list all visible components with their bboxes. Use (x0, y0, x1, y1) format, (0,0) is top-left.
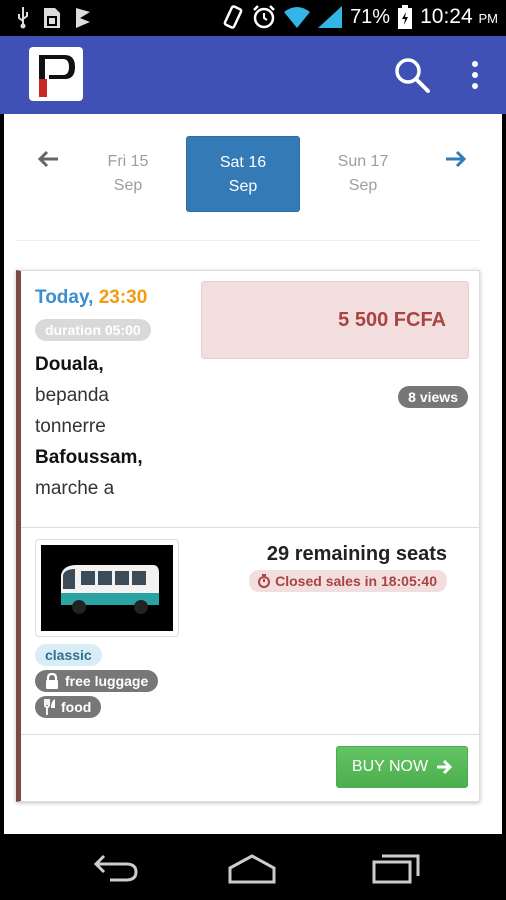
food-tag: food (35, 696, 102, 718)
month-label: Sep (228, 178, 258, 195)
buy-now-button[interactable]: BUY NOW (336, 746, 468, 788)
search-icon[interactable] (392, 55, 432, 95)
sim-card-icon (44, 8, 60, 28)
day-sat-16[interactable]: Sat 16 Sep (186, 136, 300, 212)
system-navigation-bar (0, 834, 506, 900)
trip-card[interactable]: Today, 23:30 duration 05:00 Douala, bepa… (16, 270, 480, 802)
today-label: Today, (35, 287, 94, 308)
clock-ampm: PM (478, 11, 499, 26)
price-box: 5 500 FCFA (201, 281, 469, 359)
day-label: Fri 15 (107, 153, 149, 170)
month-label: Sep (348, 177, 378, 194)
food-text: food (61, 699, 92, 715)
origin-city: Douala, (35, 354, 104, 375)
luggage-tag: free luggage (35, 670, 159, 692)
closed-sales-text: Closed sales in 18:05:40 (275, 573, 437, 589)
arrow-right-icon (437, 760, 453, 774)
wifi-icon (284, 7, 311, 28)
origin-stop: tonnerre (35, 416, 106, 437)
overflow-menu-icon[interactable] (464, 58, 486, 94)
destination-city: Bafoussam, (35, 447, 143, 468)
month-label: Sep (113, 177, 143, 194)
recent-apps-icon[interactable] (370, 850, 422, 886)
duration-badge: duration 05:00 (35, 319, 151, 341)
lock-icon (46, 673, 58, 689)
route: Douala, bepanda tonnerre Bafoussam, marc… (35, 349, 143, 504)
alarm-icon (253, 5, 275, 29)
card-divider (21, 734, 480, 735)
cutlery-icon (44, 699, 55, 715)
main-content: Fri 15 Sep Sat 16 Sep Sun 17 Sep Today, … (4, 114, 502, 834)
usb-icon (18, 7, 28, 29)
timer-icon (258, 574, 271, 588)
divider (16, 240, 480, 241)
day-label: Sat 16 (219, 154, 267, 171)
battery-icon (398, 5, 413, 29)
remaining-seats: 29 remaining seats (266, 543, 447, 565)
vibrate-icon (223, 5, 243, 29)
battery-percent: 71% (350, 5, 391, 28)
day-sun-17[interactable]: Sun 17 Sep (306, 136, 420, 212)
home-icon[interactable] (226, 850, 278, 886)
luggage-text: free luggage (65, 673, 149, 689)
card-divider (21, 527, 480, 528)
arrow-right-icon[interactable] (444, 150, 466, 168)
price: 5 500 FCFA (338, 309, 446, 331)
back-icon[interactable] (88, 850, 140, 886)
destination-stop: marche a (35, 478, 115, 499)
notification-icon (76, 8, 90, 28)
day-fri-15[interactable]: Fri 15 Sep (71, 136, 185, 212)
origin-stop: bepanda (35, 385, 109, 406)
signal-icon (318, 6, 343, 28)
departure-time: 23:30 (98, 287, 148, 308)
bus-image (35, 539, 179, 637)
clock-time: 10:24 (420, 5, 473, 28)
app-bar (0, 36, 506, 114)
app-logo[interactable] (29, 47, 83, 101)
views-badge: 8 views (398, 386, 468, 408)
date-navigation: Fri 15 Sep Sat 16 Sep Sun 17 Sep (4, 114, 502, 240)
class-tag: classic (35, 644, 102, 666)
day-label: Sun 17 (337, 153, 389, 170)
buy-now-label: BUY NOW (351, 758, 429, 775)
status-bar: 71% 10:24 PM (0, 0, 506, 36)
arrow-left-icon[interactable] (38, 150, 60, 168)
clock: 10:24 PM (420, 5, 498, 29)
departure: Today, 23:30 (35, 287, 147, 309)
closed-sales-badge: Closed sales in 18:05:40 (249, 570, 447, 592)
